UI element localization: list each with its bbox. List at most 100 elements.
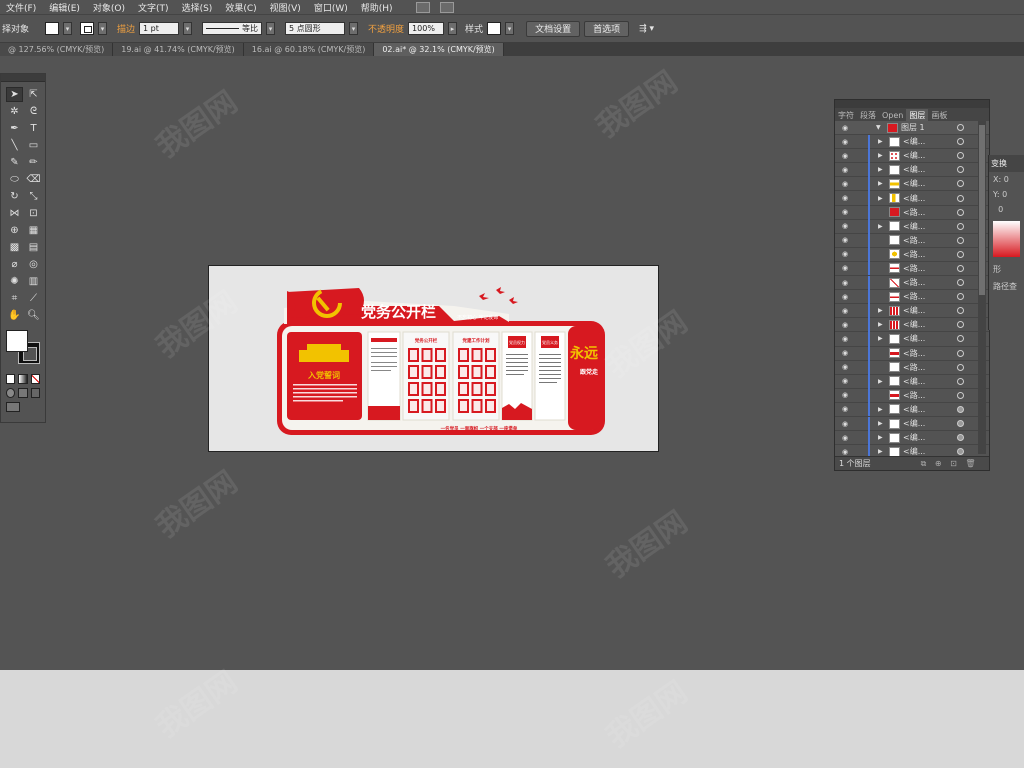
layer-target-icon[interactable] [957,335,964,343]
menu-window[interactable]: 窗口(W) [314,1,348,14]
layer-target-icon[interactable] [957,250,964,258]
tab-doc-3[interactable]: 16.ai @ 60.18% (CMYK/预览) [243,43,375,56]
visibility-eye-icon[interactable]: ◉ [840,363,850,371]
artboard[interactable]: 党务公开栏 不忘初心 牢记使命 入党誓词 党务公开栏 党建工作计划 党员权力 党… [208,265,659,452]
expand-arrow-icon[interactable]: ▶ [878,378,886,385]
layer-target-icon[interactable] [957,363,964,371]
layer-name[interactable]: <编... [903,404,933,415]
layer-row[interactable]: ◉ ▶ <编... [835,416,989,432]
expand-arrow-icon[interactable]: ▶ [878,166,886,173]
stroke-profile-field[interactable]: 等比 [202,22,263,35]
stroke-weight-field[interactable]: 1 pt [139,22,180,35]
footer-icons[interactable]: ⧉ ⊕ ⊡ 🗑︎ [921,459,979,469]
tab-paragraph[interactable]: 段落 [857,109,879,121]
menu-select[interactable]: 选择(S) [182,1,213,14]
fill-dropdown[interactable]: ▾ [63,22,73,35]
layers-scroll-thumb[interactable] [979,125,985,295]
menu-view[interactable]: 视图(V) [270,1,301,14]
expand-arrow-icon[interactable]: ▶ [878,434,886,441]
layer-name[interactable]: <编... [903,319,933,330]
stroke-swatch[interactable] [80,22,95,35]
expand-arrow-icon[interactable]: ▶ [878,335,886,342]
tools-panel-grip[interactable] [1,74,45,82]
document-setup-button[interactable]: 文档设置 [526,20,581,37]
column-graph-tool-icon[interactable]: ▥ [25,274,42,289]
collapse-arrow-icon[interactable]: ▼ [876,124,884,131]
style-dropdown[interactable]: ▾ [505,22,515,35]
layer-target-icon[interactable] [957,420,964,428]
expand-arrow-icon[interactable]: ▶ [878,152,886,159]
eraser-tool-icon[interactable]: ⌫ [25,172,42,187]
visibility-eye-icon[interactable]: ◉ [840,264,850,272]
layer-name[interactable]: <路... [903,235,933,246]
layer-name[interactable]: <编... [903,432,933,443]
layer-name[interactable]: <路... [903,277,933,288]
visibility-eye-icon[interactable]: ◉ [840,377,850,385]
stroke-dropdown[interactable]: ▾ [98,22,108,35]
expand-arrow-icon[interactable]: ▶ [878,223,886,230]
expand-arrow-icon[interactable]: ▶ [878,420,886,427]
tab-doc-1[interactable]: @ 127.56% (CMYK/预览) [0,43,114,56]
layer-row[interactable]: ◉ ▶ <编... [835,176,989,192]
layer-row[interactable]: ◉ <路... [835,261,989,277]
expand-arrow-icon[interactable]: ▶ [878,406,886,413]
visibility-eye-icon[interactable]: ◉ [840,448,850,456]
layer-row[interactable]: ◉ ▶ <编... [835,219,989,234]
layer-target-icon[interactable] [957,222,964,230]
layer-target-icon[interactable] [957,307,964,315]
stroke-profile-dropdown[interactable]: ▾ [266,22,276,35]
layer-name[interactable]: <编... [903,193,933,204]
blob-brush-tool-icon[interactable]: ⬭ [6,172,23,187]
side-label-pathfinder[interactable]: 路径查 [989,278,1024,295]
side-field-y[interactable]: Y: 0 [989,187,1024,202]
layer-row[interactable]: ◉ <路... [835,346,989,361]
layer-name[interactable]: <编... [903,136,933,147]
gradient-mode-icon[interactable] [18,374,28,384]
tab-artboards[interactable]: 画板 [928,109,950,121]
bridge-icon[interactable] [415,1,430,13]
expand-arrow-icon[interactable]: ▶ [878,448,886,455]
layer-row[interactable]: ◉ ▶ <编... [835,317,989,333]
fill-color-box[interactable] [6,330,28,352]
artboard-tool-icon[interactable]: ⌗ [6,291,23,306]
symbol-sprayer-tool-icon[interactable]: ✺ [6,274,23,289]
visibility-eye-icon[interactable]: ◉ [840,293,850,301]
opacity-dropdown[interactable]: ▸ [448,22,458,35]
menu-edit[interactable]: 编辑(E) [49,1,80,14]
line-tool-icon[interactable]: ╲ [6,138,23,153]
width-tool-icon[interactable]: ⋈ [6,206,23,221]
fill-swatch[interactable] [45,22,60,35]
layer-target-icon[interactable] [957,377,964,385]
visibility-eye-icon[interactable]: ◉ [840,321,850,329]
visibility-eye-icon[interactable]: ◉ [840,222,850,230]
layer-name[interactable]: <路... [903,390,933,401]
stroke-label[interactable]: 描边 [117,22,135,35]
style-swatch[interactable] [487,22,502,35]
layer-target-icon[interactable] [957,293,964,301]
layer-name[interactable]: <编... [903,221,933,232]
scale-tool-icon[interactable]: ⤡ [25,189,42,204]
layer-name[interactable]: <路... [903,362,933,373]
menu-effect[interactable]: 效果(C) [225,1,256,14]
layer-row[interactable]: ◉ ▶ <编... [835,303,989,319]
tab-transform[interactable]: 变换 [989,155,1024,172]
expand-arrow-icon[interactable]: ▶ [878,321,886,328]
visibility-eye-icon[interactable]: ◉ [840,250,850,258]
visibility-eye-icon[interactable]: ◉ [840,208,850,216]
direct-selection-tool-icon[interactable]: ⇱ [25,87,42,102]
layer-row[interactable]: ◉ <路... [835,275,989,291]
layers-panel-grip[interactable] [835,100,989,108]
layer-row[interactable]: ◉ ▶ <编... [835,134,989,150]
layer-target-icon[interactable] [957,448,964,456]
layer-target-icon[interactable] [957,208,964,216]
layer-target-icon[interactable] [957,264,964,272]
layer-target-icon[interactable] [957,236,964,244]
layer-row[interactable]: ◉ ▶ <编... [835,331,989,347]
visibility-eye-icon[interactable]: ◉ [840,138,850,146]
expand-arrow-icon[interactable]: ▶ [878,180,886,187]
layer-row[interactable]: ◉ ▶ <编... [835,191,989,206]
visibility-eye-icon[interactable]: ◉ [840,279,850,287]
visibility-eye-icon[interactable]: ◉ [840,420,850,428]
layer-target-icon[interactable] [957,279,964,287]
visibility-eye-icon[interactable]: ◉ [840,152,850,160]
